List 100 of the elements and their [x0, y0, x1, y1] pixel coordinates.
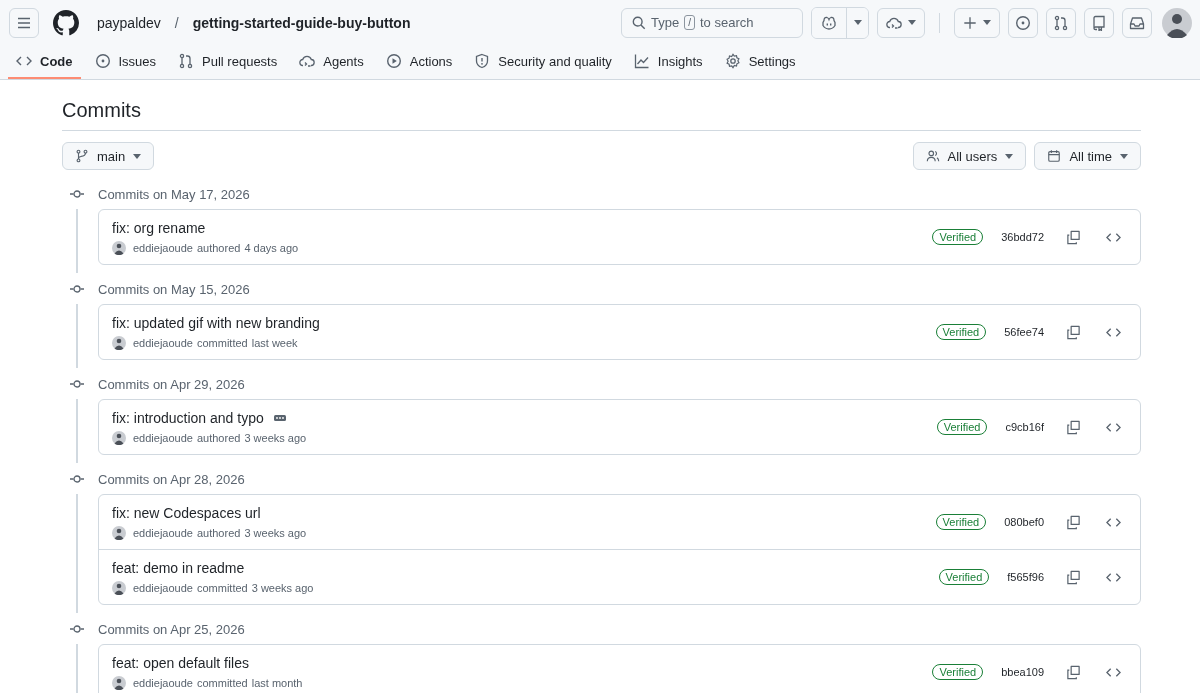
graph-icon — [633, 53, 650, 69]
owner-link[interactable]: paypaldev — [97, 14, 161, 31]
user-avatar[interactable] — [1162, 7, 1192, 38]
calendar-icon — [1047, 149, 1062, 163]
copy-icon — [1065, 229, 1081, 245]
commit-date-heading: Commits on Apr 28, 2026 — [98, 471, 245, 487]
book-icon — [1091, 14, 1107, 31]
commit-sha-link[interactable]: 36bdd72 — [1001, 231, 1044, 243]
pull-request-icon — [1053, 14, 1069, 31]
author-link[interactable]: eddiejaoude — [133, 431, 193, 444]
inbox-button[interactable] — [1122, 7, 1152, 38]
author-avatar — [112, 525, 126, 540]
commit-node-icon — [70, 624, 84, 634]
repo-tab[interactable]: Code — [8, 45, 81, 79]
commit-action: committed — [196, 336, 248, 349]
time-filter[interactable]: All time — [1034, 142, 1141, 170]
repo-link[interactable]: getting-started-guide-buy-button — [192, 14, 411, 31]
copy-icon — [1065, 419, 1081, 435]
author-link[interactable]: eddiejaoude — [133, 526, 193, 539]
commit-date-heading: Commits on May 15, 2026 — [98, 281, 250, 297]
commit-date-heading: Commits on Apr 29, 2026 — [98, 376, 245, 392]
commit-title-link[interactable]: fix: new Codespaces url — [112, 504, 261, 521]
cloud-icon — [299, 53, 316, 69]
caret-icon — [1120, 153, 1128, 159]
author-link[interactable]: eddiejaoude — [133, 336, 193, 349]
commit-title-link[interactable]: feat: open default files — [112, 654, 249, 671]
commit-node-icon — [70, 284, 84, 294]
repo-tab[interactable]: Agents — [291, 45, 372, 79]
commit-node-icon — [70, 189, 84, 199]
settings-icon — [724, 53, 741, 69]
search-placeholder: to search — [699, 15, 754, 30]
commit-action: authored — [196, 526, 241, 539]
search-icon — [632, 15, 646, 30]
author-avatar — [112, 580, 126, 595]
commit-node-icon — [70, 474, 84, 484]
copy-icon — [1065, 664, 1081, 680]
user-filter[interactable]: All users — [912, 142, 1027, 170]
commit-action: committed — [196, 581, 248, 594]
copy-icon — [1065, 324, 1081, 340]
commit-sha-link[interactable]: c9cb16f — [1005, 421, 1044, 433]
search-field[interactable]: Type / to search — [621, 7, 803, 38]
branch-icon — [75, 149, 89, 163]
issues-button[interactable] — [1008, 7, 1038, 38]
caret-icon — [133, 153, 142, 159]
commit-sha-link[interactable]: 080bef0 — [1004, 516, 1044, 528]
repo-tab[interactable]: Settings — [716, 45, 804, 79]
people-icon — [925, 149, 940, 163]
copilot-dropdown-button[interactable] — [846, 7, 868, 38]
repo-tab[interactable]: Insights — [625, 45, 711, 79]
caret-icon — [853, 20, 862, 25]
commit-sha-link[interactable]: bbea109 — [1001, 666, 1044, 678]
create-new-button[interactable] — [954, 7, 1000, 38]
copilot-icon — [821, 14, 837, 31]
repo-tab[interactable]: Pull requests — [170, 45, 286, 79]
author-avatar — [112, 430, 126, 445]
repositories-button[interactable] — [1084, 7, 1114, 38]
commit-action: authored — [196, 431, 241, 444]
caret-icon — [983, 20, 991, 25]
commit-title-link[interactable]: feat: demo in readme — [112, 559, 245, 576]
commit-node-icon — [70, 379, 84, 389]
author-link[interactable]: eddiejaoude — [133, 676, 193, 689]
author-link[interactable]: eddiejaoude — [133, 581, 193, 594]
commit-time: 3 weeks ago — [251, 581, 314, 594]
play-circle-icon — [385, 53, 402, 69]
branch-selector[interactable]: main — [62, 142, 155, 170]
inbox-icon — [1129, 14, 1145, 31]
commit-sha-link[interactable]: 56fee74 — [1004, 326, 1044, 338]
commit-sha-link[interactable]: f565f96 — [1007, 571, 1044, 583]
shield-icon — [474, 53, 491, 69]
slash-key: / — [684, 15, 695, 30]
page-title: Commits — [62, 80, 1141, 131]
commit-time: last week — [251, 336, 298, 349]
caret-icon — [908, 20, 916, 25]
commit-title-link[interactable]: fix: updated gif with new branding — [112, 314, 320, 331]
commit-action: authored — [196, 241, 241, 254]
commit-time: 4 days ago — [244, 241, 299, 254]
author-avatar — [112, 675, 126, 690]
pull-requests-button[interactable] — [1046, 7, 1076, 38]
plus-icon — [963, 15, 977, 30]
commit-time: 3 weeks ago — [244, 526, 307, 539]
commit-time: 3 weeks ago — [244, 431, 307, 444]
ellipsis-icon — [273, 414, 286, 421]
codespaces-button[interactable] — [877, 7, 925, 38]
pull-request-icon — [178, 53, 195, 69]
repo-tab[interactable]: Security and quality — [466, 45, 620, 79]
octocat-logo-icon[interactable] — [53, 9, 79, 36]
author-link[interactable]: eddiejaoude — [133, 241, 193, 254]
repo-tab[interactable]: Issues — [86, 45, 165, 79]
copy-icon — [1065, 569, 1081, 585]
commit-title-link[interactable]: fix: introduction and typo — [112, 409, 264, 426]
path-separator: / — [174, 14, 179, 31]
commit-date-heading: Commits on Apr 25, 2026 — [98, 621, 245, 637]
commit-time: last month — [251, 676, 303, 689]
repo-tab[interactable]: Actions — [377, 45, 461, 79]
author-avatar — [112, 240, 126, 255]
search-placeholder: Type — [651, 15, 680, 30]
commit-date-heading: Commits on May 17, 2026 — [98, 186, 250, 202]
author-avatar — [112, 335, 126, 350]
commit-title-link[interactable]: fix: org rename — [112, 219, 206, 236]
menu-button[interactable] — [9, 7, 39, 38]
